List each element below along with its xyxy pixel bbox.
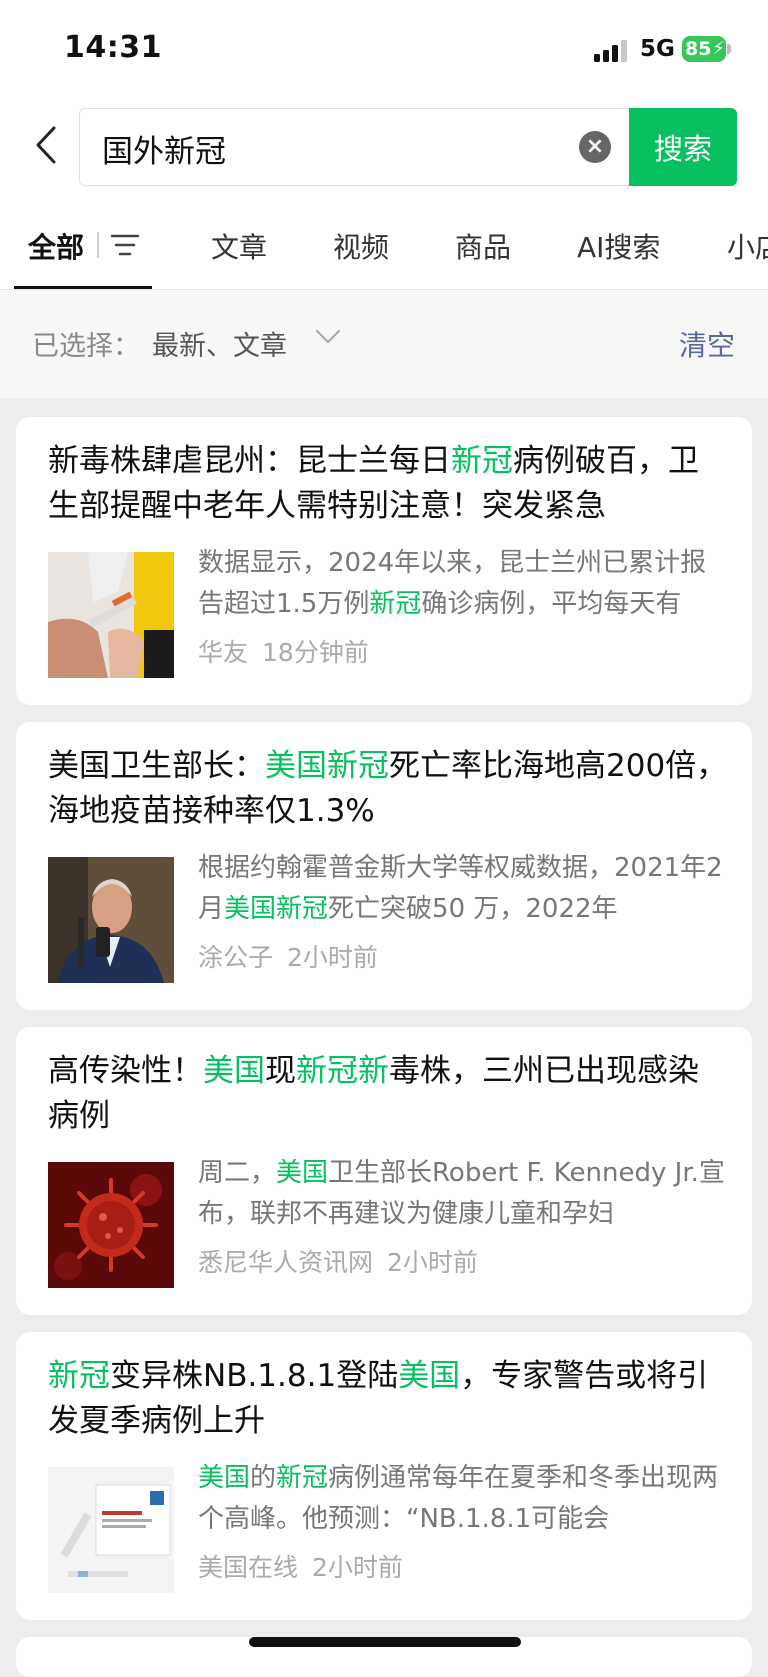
battery-cap bbox=[727, 44, 731, 54]
highlighted-keyword: 新冠 bbox=[451, 443, 513, 479]
status-time: 14:31 bbox=[64, 30, 162, 65]
result-time: 2小时前 bbox=[312, 1553, 403, 1582]
result-time: 18分钟前 bbox=[262, 638, 369, 667]
text-segment: 美国卫生部长： bbox=[48, 748, 265, 784]
result-source[interactable]: 涂公子 bbox=[198, 943, 273, 972]
filter-label: 已选择： bbox=[32, 331, 140, 362]
tab-divider bbox=[97, 232, 99, 258]
chevron-down-icon[interactable] bbox=[315, 328, 341, 346]
result-snippet: 数据显示，2024年以来，昆士兰州已累计报告超过1.5万例新冠确诊病例，平均每天… bbox=[198, 543, 730, 625]
vaccine-injection-thumbnail bbox=[48, 552, 174, 678]
text-segment: 确诊病例，平均每天有 bbox=[421, 589, 682, 619]
signal-icon bbox=[594, 40, 630, 62]
result-card[interactable]: 新毒株肆虐昆州：昆士兰每日新冠病例破百，卫生部提醒中老年人需特别注意！突发紧急 … bbox=[16, 417, 752, 705]
text-segment: 现 bbox=[265, 1053, 296, 1089]
highlighted-keyword: 新冠新 bbox=[296, 1053, 389, 1089]
result-snippet: 周二，美国卫生部长Robert F. Kennedy Jr.宣布，联邦不再建议为… bbox=[198, 1153, 730, 1235]
text-segment: 高传染性！ bbox=[48, 1053, 203, 1089]
chevron-left-icon bbox=[36, 126, 56, 164]
result-meta: 华友 18分钟前 bbox=[198, 633, 369, 669]
text-segment: 死亡突破50 万，2022年 bbox=[328, 894, 618, 924]
active-tab-indicator bbox=[14, 286, 152, 289]
highlighted-keyword: 新冠 bbox=[48, 1358, 110, 1394]
highlighted-keyword: 美国 bbox=[398, 1358, 461, 1394]
highlighted-keyword: 美国新冠 bbox=[224, 894, 329, 924]
filter-value-dropdown[interactable]: 最新、文章 bbox=[152, 324, 287, 363]
result-meta: 涂公子 2小时前 bbox=[198, 938, 378, 974]
charging-bolt-icon: ⚡ bbox=[712, 38, 725, 59]
network-label: 5G bbox=[640, 36, 675, 62]
highlighted-keyword: 新冠 bbox=[276, 1463, 329, 1493]
highlighted-keyword: 美国 bbox=[198, 1463, 251, 1493]
filter-summary-bar: 已选择： 最新、文章 清空 bbox=[0, 290, 768, 398]
tab-videos[interactable]: 视频 bbox=[333, 226, 389, 266]
result-source[interactable]: 华友 bbox=[198, 638, 248, 667]
result-title[interactable]: 新冠变异株NB.1.8.1登陆美国，专家警告或将引发夏季病例上升 bbox=[48, 1354, 728, 1444]
result-card[interactable]: 新冠变异株NB.1.8.1登陆美国，专家警告或将引发夏季病例上升 美国的新冠病例… bbox=[16, 1332, 752, 1620]
result-source[interactable]: 悉尼华人资讯网 bbox=[198, 1248, 373, 1277]
tab-all[interactable]: 全部 bbox=[28, 226, 84, 266]
result-snippet: 根据约翰霍普金斯大学等权威数据，2021年2月美国新冠死亡突破50 万，2022… bbox=[198, 848, 730, 930]
battery-icon: 85 ⚡ bbox=[682, 36, 726, 62]
tab-products[interactable]: 商品 bbox=[455, 226, 511, 266]
virus-thumbnail bbox=[48, 1162, 174, 1288]
status-bar: 14:31 5G 85 ⚡ bbox=[0, 0, 768, 96]
highlighted-keyword: 美国 bbox=[203, 1053, 265, 1089]
result-card[interactable]: 美国卫生部长：美国新冠死亡率比海地高200倍，海地疫苗接种率仅1.3% 根据约翰… bbox=[16, 722, 752, 1010]
speaker-portrait-thumbnail bbox=[48, 857, 174, 983]
result-time: 2小时前 bbox=[387, 1248, 478, 1277]
text-segment: 变异株NB.1.8.1登陆 bbox=[110, 1358, 399, 1394]
text-segment: 的 bbox=[250, 1463, 277, 1493]
tab-ai-search[interactable]: AI搜索 bbox=[577, 226, 660, 266]
tab-articles[interactable]: 文章 bbox=[211, 226, 267, 266]
result-title[interactable]: 美国卫生部长：美国新冠死亡率比海地高200倍，海地疫苗接种率仅1.3% bbox=[48, 744, 728, 834]
battery-level: 85 bbox=[685, 38, 712, 60]
vaccine-box-thumbnail bbox=[48, 1467, 174, 1593]
text-segment: 新毒株肆虐昆州：昆士兰每日 bbox=[48, 443, 451, 479]
result-source[interactable]: 美国在线 bbox=[198, 1553, 298, 1582]
filter-icon[interactable] bbox=[110, 232, 140, 258]
home-indicator bbox=[249, 1637, 521, 1647]
text-segment: 周二， bbox=[198, 1158, 277, 1188]
search-button[interactable]: 搜索 bbox=[629, 108, 737, 186]
clear-filters-button[interactable]: 清空 bbox=[679, 324, 735, 364]
search-bar: 国外新冠 × 搜索 bbox=[0, 104, 768, 188]
result-time: 2小时前 bbox=[287, 943, 378, 972]
result-meta: 美国在线 2小时前 bbox=[198, 1548, 403, 1584]
highlighted-keyword: 美国 bbox=[276, 1158, 329, 1188]
result-title[interactable]: 高传染性！美国现新冠新毒株，三州已出现感染病例 bbox=[48, 1049, 728, 1139]
back-button[interactable] bbox=[26, 122, 66, 168]
highlighted-keyword: 新冠 bbox=[369, 589, 422, 619]
result-meta: 悉尼华人资讯网 2小时前 bbox=[198, 1243, 478, 1279]
result-snippet: 美国的新冠病例通常每年在夏季和冬季出现两个高峰。他预测：“NB.1.8.1可能会 bbox=[198, 1458, 730, 1540]
result-title[interactable]: 新毒株肆虐昆州：昆士兰每日新冠病例破百，卫生部提醒中老年人需特别注意！突发紧急 bbox=[48, 439, 728, 529]
tab-shop[interactable]: 小店 bbox=[727, 226, 768, 266]
result-card[interactable]: 高传染性！美国现新冠新毒株，三州已出现感染病例 周二，美国卫生部长Robert … bbox=[16, 1027, 752, 1315]
clear-input-icon[interactable]: × bbox=[579, 131, 611, 163]
search-query-text[interactable]: 国外新冠 bbox=[102, 126, 226, 171]
highlighted-keyword: 美国新冠 bbox=[265, 748, 389, 784]
category-tabs: 全部 文章 视频 商品 AI搜索 小店 bbox=[0, 208, 768, 290]
